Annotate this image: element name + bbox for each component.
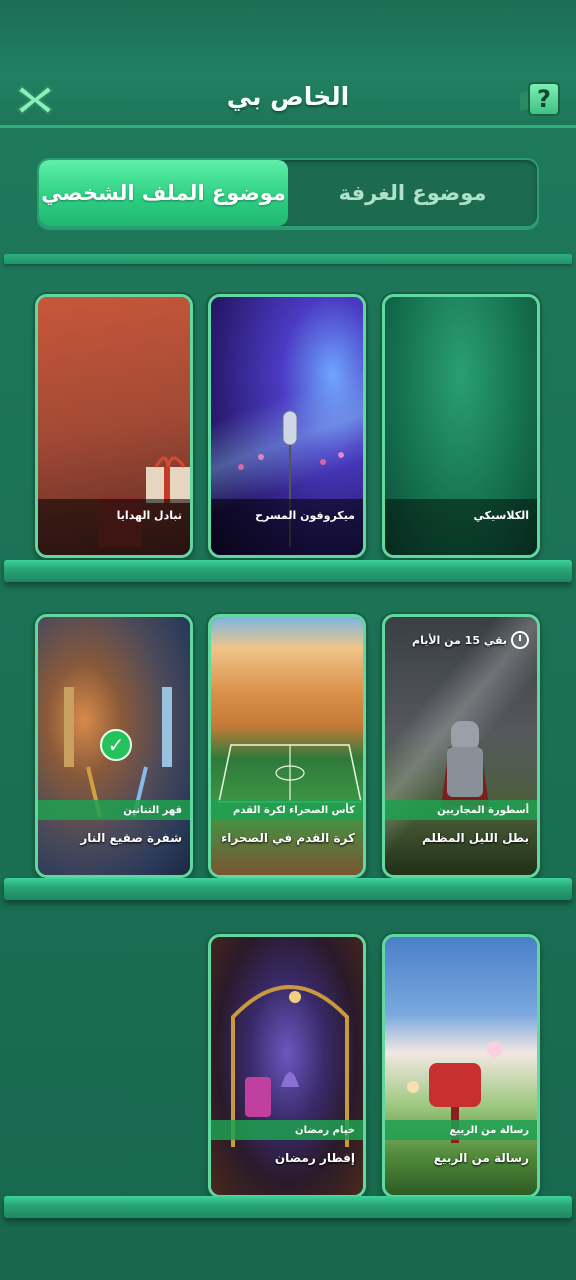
- theme-name: شفرة صقيع النار: [80, 831, 182, 845]
- theme-name: رسالة من الربيع: [433, 1151, 529, 1165]
- theme-tag: خيام رمضان: [211, 1120, 363, 1140]
- theme-tag: رسالة من الربيع: [385, 1120, 537, 1140]
- theme-card-spring-letter[interactable]: رسالة من الربيع رسالة من الربيع: [382, 934, 540, 1198]
- theme-name: الكلاسيكي: [385, 499, 537, 555]
- theme-name: كرة القدم في الصحراء: [221, 831, 355, 845]
- theme-card-fire-frost-blade[interactable]: ✓ قهر التنانين شفرة صقيع النار: [35, 614, 193, 878]
- countdown: بقي 15 من الأيام: [412, 631, 529, 649]
- theme-card-dark-knight[interactable]: بقي 15 من الأيام أسطورة المجاريين بطل ال…: [382, 614, 540, 878]
- theme-tag: قهر التنانين: [38, 800, 190, 820]
- timer-icon: [511, 631, 529, 649]
- theme-name: إفطار رمضان: [274, 1151, 355, 1165]
- tabs-divider: [4, 254, 572, 264]
- theme-name: تبادل الهدايا: [38, 499, 190, 555]
- theme-tabs: موضوع الملف الشخصي موضوع الغرفة: [37, 158, 539, 228]
- theme-card-gift-exchange[interactable]: تبادل الهدايا: [35, 294, 193, 558]
- help-icon: ?: [528, 82, 560, 116]
- theme-tag: كأس الصحراء لكرة القدم: [211, 800, 363, 820]
- help-tail-shape: [520, 91, 528, 111]
- shelf: [4, 560, 572, 582]
- shelf: [4, 1196, 572, 1218]
- theme-card-ramadan-iftar[interactable]: خيام رمضان إفطار رمضان: [208, 934, 366, 1198]
- tab-room-theme[interactable]: موضوع الغرفة: [288, 160, 537, 226]
- theme-card-stage-mic[interactable]: ميكروفون المسرح: [208, 294, 366, 558]
- theme-tag: أسطورة المجاريين: [385, 800, 537, 820]
- theme-card-desert-football[interactable]: كأس الصحراء لكرة القدم كرة القدم في الصح…: [208, 614, 366, 878]
- help-button[interactable]: ?: [520, 82, 560, 120]
- theme-card-classic[interactable]: الكلاسيكي: [382, 294, 540, 558]
- tab-profile-theme[interactable]: موضوع الملف الشخصي: [39, 160, 288, 226]
- shelf: [4, 878, 572, 900]
- theme-name: بطل الليل المظلم: [421, 831, 529, 845]
- theme-name: ميكروفون المسرح: [211, 499, 363, 555]
- countdown-text: بقي 15 من الأيام: [412, 633, 507, 647]
- page-title: الخاص بي: [226, 82, 350, 111]
- selected-check-icon: ✓: [100, 729, 132, 761]
